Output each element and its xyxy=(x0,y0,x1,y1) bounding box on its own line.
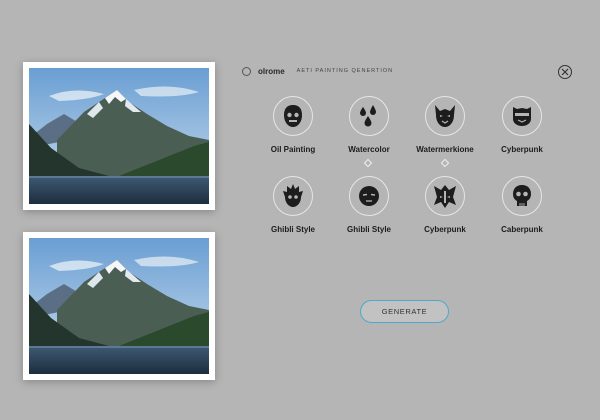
style-icon-ring xyxy=(425,96,465,136)
style-icon-ring xyxy=(349,176,389,216)
diamond-divider-icon xyxy=(440,158,450,168)
style-icon-ring xyxy=(273,96,313,136)
app-tagline: AETI PAINTING QENERTION xyxy=(296,68,394,74)
app-header: olrome AETI PAINTING QENERTION xyxy=(242,63,393,79)
style-icon-ring xyxy=(502,176,542,216)
preview-image-result[interactable] xyxy=(23,232,215,380)
style-label: Oil Painting xyxy=(270,145,316,154)
style-option-oil-painting[interactable]: Oil Painting xyxy=(251,96,335,154)
style-option-cyberpunk-warrior[interactable]: Cyberpunk xyxy=(403,176,487,234)
style-label: Ghibli Style xyxy=(270,225,315,234)
round-face-icon xyxy=(359,186,379,206)
brand-name: olrome xyxy=(258,66,285,76)
skull-icon xyxy=(513,185,531,206)
style-option-ghibli-style[interactable]: Ghibli Style xyxy=(251,176,335,234)
cyber-helmet-icon xyxy=(513,107,531,126)
style-label: Cyberpunk xyxy=(424,225,466,234)
style-label: Watercolor xyxy=(348,145,390,154)
style-icon-ring xyxy=(273,176,313,216)
style-icon-ring xyxy=(349,96,389,136)
style-label: Caberpunk xyxy=(501,225,543,234)
close-button[interactable] xyxy=(558,65,572,79)
radio-circle-icon[interactable] xyxy=(242,66,251,76)
style-label: Watermerkione xyxy=(416,145,474,154)
water-drops-icon xyxy=(360,105,376,127)
style-icon-ring xyxy=(425,176,465,216)
style-option-cyberpunk[interactable]: Cyberpunk xyxy=(480,96,564,154)
style-icon-ring xyxy=(502,96,542,136)
style-option-watermerkione[interactable]: Watermerkione xyxy=(403,96,487,154)
style-label: Ghibli Style xyxy=(346,225,391,234)
close-icon xyxy=(561,68,569,76)
mountain-lake-image xyxy=(29,238,209,374)
mountain-lake-image xyxy=(29,68,209,204)
style-option-watercolor[interactable]: Watercolor xyxy=(327,96,411,154)
horned-mask-icon xyxy=(435,105,455,127)
style-label: Cyberpunk xyxy=(501,145,543,154)
style-option-ghibli-style-alt[interactable]: Ghibli Style xyxy=(327,176,411,234)
preview-image-original[interactable] xyxy=(23,62,215,210)
face-mask-icon xyxy=(284,105,302,127)
armored-warrior-icon xyxy=(434,185,456,208)
style-option-caberpunk[interactable]: Caberpunk xyxy=(480,176,564,234)
diamond-divider-icon xyxy=(363,158,373,168)
generate-button[interactable]: GENERATE xyxy=(360,300,449,323)
flame-creature-icon xyxy=(283,184,303,207)
